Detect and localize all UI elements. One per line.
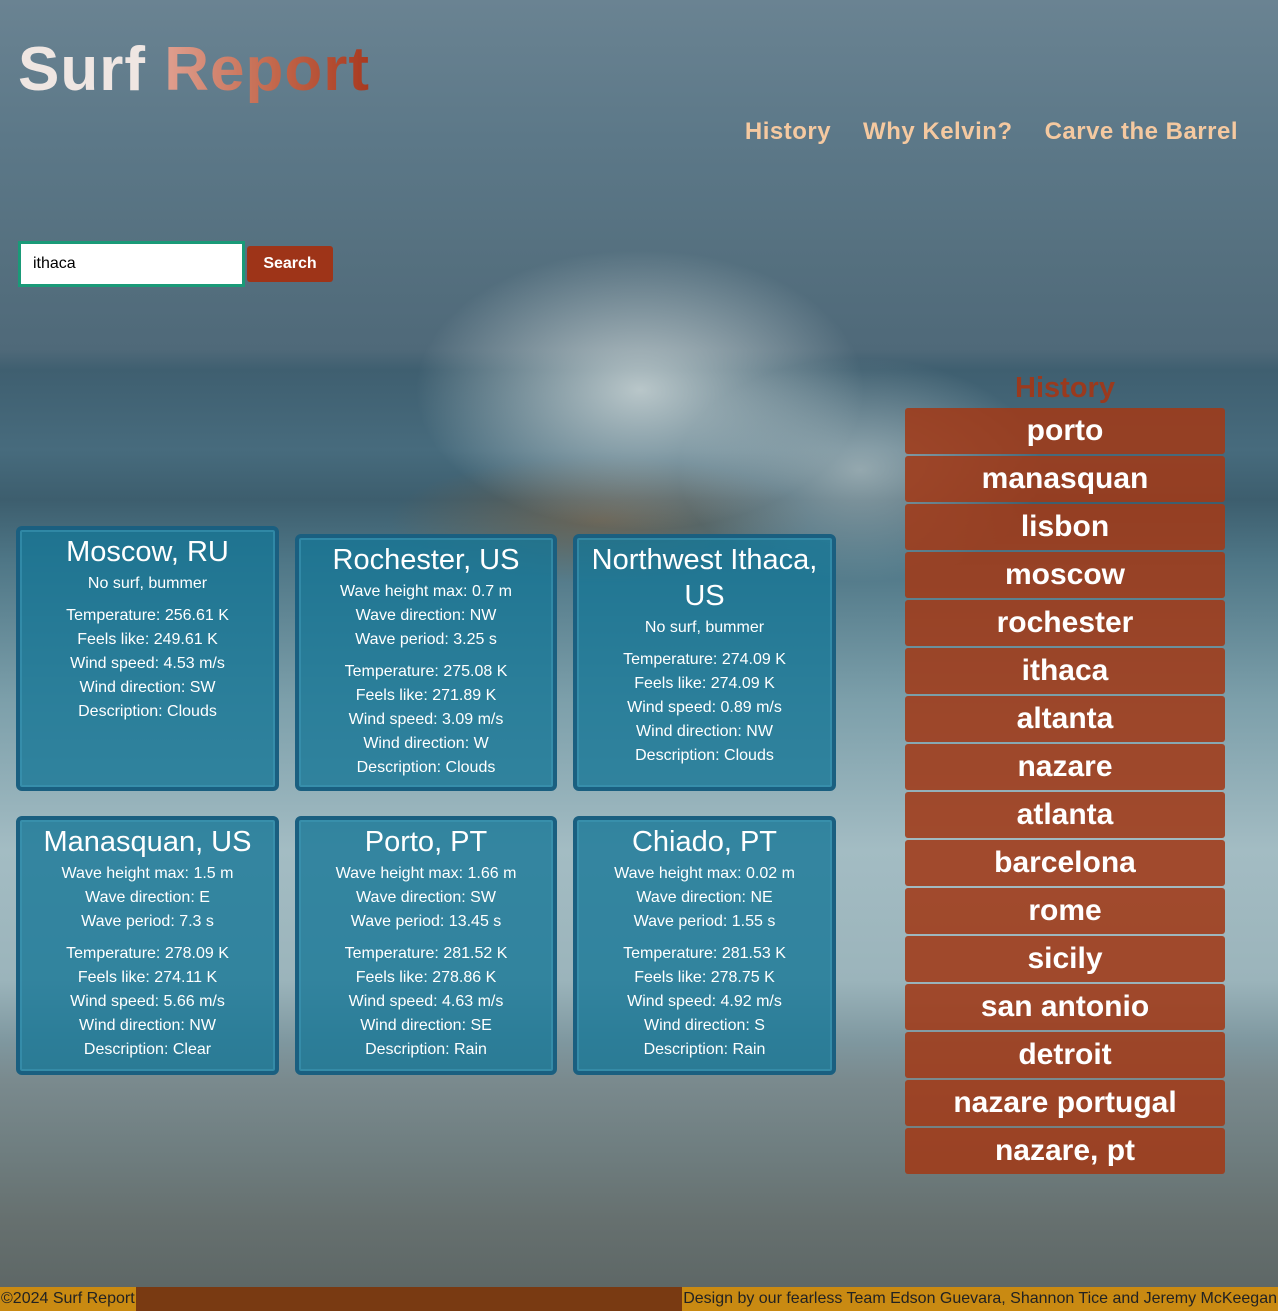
card-weather-line: Feels like: 278.75 K (634, 969, 775, 986)
card-weather-line: Description: Clouds (78, 703, 217, 720)
card-weather-line: Wind direction: NW (79, 1017, 216, 1034)
card-surf-line: Wave height max: 1.66 m (335, 865, 517, 882)
card-surf-line: Wave period: 3.25 s (355, 631, 497, 648)
card-surf-line: Wave height max: 1.5 m (61, 865, 234, 882)
footer-credits: Design by our fearless Team Edson Guevar… (682, 1287, 1278, 1311)
weather-card-rochester: Rochester, US Wave height max: 0.7 m Wav… (295, 534, 557, 791)
card-weather-line: Wind speed: 0.89 m/s (627, 699, 782, 716)
weather-card-porto: Porto, PT Wave height max: 1.66 m Wave d… (295, 816, 557, 1075)
site-title: Surf Report (18, 34, 370, 105)
card-weather-line: Wind direction: SE (360, 1017, 492, 1034)
card-weather-line: Temperature: 281.52 K (344, 945, 508, 962)
history-item-atlanta[interactable]: atlanta (905, 792, 1225, 838)
card-surf-line: Wave period: 7.3 s (81, 913, 214, 930)
card-city: Northwest Ithaca, US (591, 544, 818, 612)
history-item-detroit[interactable]: detroit (905, 1032, 1225, 1078)
weather-card-chiado: Chiado, PT Wave height max: 0.02 m Wave … (573, 816, 836, 1075)
card-surf-line: Wave direction: E (85, 889, 210, 906)
card-weather-line: Feels like: 249.61 K (77, 631, 218, 648)
history-item-nazare[interactable]: nazare (905, 744, 1225, 790)
weather-card-moscow: Moscow, RU No surf, bummer Temperature: … (16, 526, 279, 791)
card-city: Porto, PT (364, 826, 488, 858)
nav-link-carve-the-barrel[interactable]: Carve the Barrel (1045, 118, 1238, 146)
card-city: Manasquan, US (43, 826, 252, 858)
history-item-altanta[interactable]: altanta (905, 696, 1225, 742)
card-weather-line: Wind direction: NW (636, 723, 773, 740)
card-weather-line: Temperature: 274.09 K (623, 651, 786, 668)
history-item-porto[interactable]: porto (905, 408, 1225, 454)
card-weather-line: Feels like: 271.89 K (355, 687, 497, 704)
city-search-input[interactable] (18, 241, 245, 287)
card-surf-line: No surf, bummer (87, 575, 208, 592)
weather-card-manasquan: Manasquan, US Wave height max: 1.5 m Wav… (16, 816, 279, 1075)
card-surf-line: Wave height max: 0.02 m (614, 865, 795, 882)
card-city: Chiado, PT (631, 826, 778, 858)
weather-card-northwest-ithaca: Northwest Ithaca, US No surf, bummer Tem… (573, 534, 836, 791)
card-surf-line: Wave direction: SW (356, 889, 496, 906)
history-item-rochester[interactable]: rochester (905, 600, 1225, 646)
card-weather-line: Description: Rain (643, 1041, 766, 1058)
footer-copyright: ©2024 Surf Report (0, 1287, 136, 1311)
card-weather-line: Feels like: 274.11 K (77, 969, 218, 986)
card-weather-line: Temperature: 256.61 K (66, 607, 229, 624)
card-weather-line: Wind direction: W (363, 735, 489, 752)
search-button[interactable]: Search (247, 246, 333, 282)
history-item-san-antonio[interactable]: san antonio (905, 984, 1225, 1030)
card-weather-line: Wind speed: 3.09 m/s (348, 711, 504, 728)
card-weather-line: Temperature: 278.09 K (66, 945, 229, 962)
history-item-rome[interactable]: rome (905, 888, 1225, 934)
history-item-nazare-portugal[interactable]: nazare portugal (905, 1080, 1225, 1126)
card-surf-line: Wave height max: 0.7 m (340, 583, 512, 600)
nav-link-history[interactable]: History (745, 118, 831, 146)
history-item-moscow[interactable]: moscow (905, 552, 1225, 598)
card-surf-line: Wave period: 1.55 s (633, 913, 776, 930)
card-weather-line: Wind direction: SW (79, 679, 216, 696)
title-word-report: Report (164, 35, 371, 104)
card-weather-line: Temperature: 281.53 K (623, 945, 786, 962)
card-weather-line: Wind speed: 4.63 m/s (348, 993, 504, 1010)
history-item-nazare-pt[interactable]: nazare, pt (905, 1128, 1225, 1174)
card-surf-line: Wave direction: NE (636, 889, 773, 906)
card-weather-line: Wind speed: 4.92 m/s (627, 993, 782, 1010)
card-city: Rochester, US (332, 544, 520, 576)
history-item-lisbon[interactable]: lisbon (905, 504, 1225, 550)
card-weather-line: Wind speed: 5.66 m/s (70, 993, 225, 1010)
main-nav: History Why Kelvin? Carve the Barrel (745, 118, 1238, 146)
card-weather-line: Description: Rain (365, 1041, 487, 1058)
card-weather-line: Wind direction: S (644, 1017, 765, 1034)
card-surf-line: No surf, bummer (644, 619, 765, 636)
card-weather-line: Feels like: 274.09 K (634, 675, 775, 692)
history-item-sicily[interactable]: sicily (905, 936, 1225, 982)
page-footer: ©2024 Surf Report Design by our fearless… (0, 1287, 1278, 1311)
card-surf-line: Wave period: 13.45 s (350, 913, 502, 930)
history-item-manasquan[interactable]: manasquan (905, 456, 1225, 502)
card-weather-line: Description: Clear (83, 1041, 212, 1058)
history-list: porto manasquan lisbon moscow rochester … (905, 408, 1225, 1176)
card-weather-line: Temperature: 275.08 K (344, 663, 508, 680)
card-weather-line: Description: Clouds (356, 759, 496, 776)
card-weather-line: Feels like: 278.86 K (355, 969, 497, 986)
title-word-surf: Surf (18, 35, 146, 104)
card-city: Moscow, RU (66, 536, 229, 568)
history-item-barcelona[interactable]: barcelona (905, 840, 1225, 886)
card-weather-line: Description: Clouds (635, 747, 774, 764)
nav-link-why-kelvin[interactable]: Why Kelvin? (863, 118, 1013, 146)
card-surf-line: Wave direction: NW (355, 607, 497, 624)
card-weather-line: Wind speed: 4.53 m/s (70, 655, 225, 672)
history-item-ithaca[interactable]: ithaca (905, 648, 1225, 694)
history-heading: History (1015, 372, 1115, 404)
